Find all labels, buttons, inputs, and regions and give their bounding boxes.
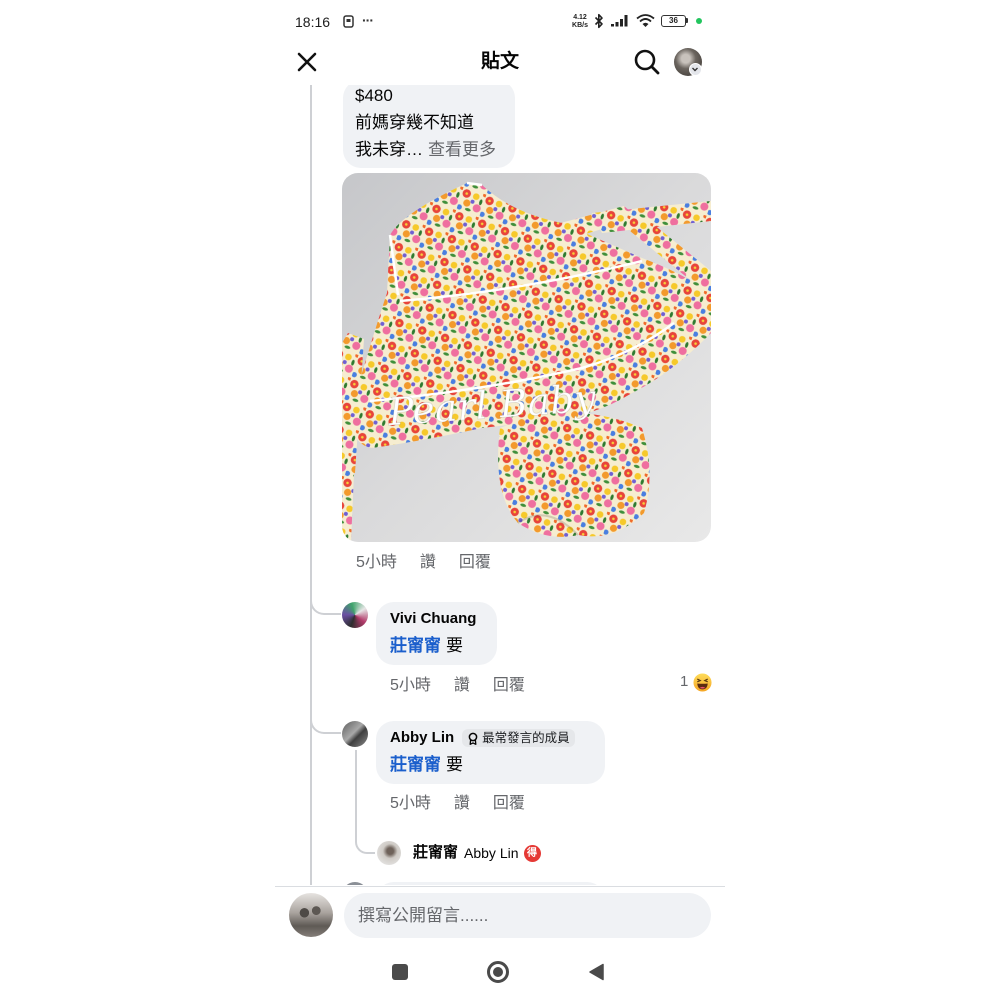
signal-icon [611,15,628,27]
chevron-down-icon[interactable] [689,63,702,76]
commenter-avatar[interactable] [342,721,368,747]
like-button[interactable]: 讚 [454,794,470,814]
like-button[interactable]: 讚 [420,553,436,573]
recents-icon[interactable] [392,964,408,980]
post-line-truncated: 我未穿… [355,140,423,159]
comment-input[interactable] [344,893,711,938]
comment-bubble: Vivi Chuang 莊甯甯要 [376,602,497,665]
commenter-avatar[interactable] [342,882,368,885]
like-button[interactable]: 讚 [454,676,470,696]
composer-divider [275,886,725,887]
badge-label: 最常發言的成員 [482,731,570,745]
network-speed-unit: KB/s [572,21,588,29]
reply-button[interactable]: 回覆 [493,676,525,696]
post-actions: 5小時 讚 回覆 [356,553,491,573]
comment-bubble: Abby Lin 最常發言的成員 莊甯甯要 [376,721,605,784]
home-icon-dot [493,967,503,977]
comment-timestamp[interactable]: 5小時 [390,794,431,814]
comment-body: 要 [446,755,463,774]
close-icon[interactable] [296,51,318,73]
bluetooth-icon [594,13,603,29]
haha-reaction-icon[interactable] [693,673,712,692]
comment-author[interactable]: Vivi Chuang [390,609,483,629]
battery-tip [686,18,688,23]
comment-actions: 5小時 讚 回覆 [390,794,525,814]
reply-target: Abby Lin [464,845,519,861]
post-timestamp[interactable]: 5小時 [356,553,397,573]
screenshot-notification-icon [343,15,354,28]
comments-feed[interactable]: $480 前媽穿幾不知道 我未穿… 查看更多 Pearl Baby 5小時 讚 … [275,85,725,885]
mention-link[interactable]: 莊甯甯 [390,636,441,655]
my-avatar [289,893,333,937]
battery-icon: 36 [661,15,686,27]
reply-button[interactable]: 回覆 [493,794,525,814]
post-line: 前媽穿幾不知道 [355,113,474,132]
comment-body: 要 [446,636,463,655]
top-contributor-badge[interactable]: 最常發言的成員 [462,729,575,747]
comment-author[interactable]: Abby Lin [390,728,454,748]
thread-line [310,85,312,885]
reaction-count[interactable]: 1 [680,672,688,692]
award-icon [468,732,478,745]
privacy-indicator-dot [696,18,702,24]
view-reply-row[interactable]: 莊甯甯 Abby Lin 得 [413,843,541,863]
comment-composer[interactable] [344,893,711,938]
comment-text: 莊甯甯要 [390,632,483,660]
reply-author-avatar[interactable] [377,841,401,865]
wifi-icon [636,14,655,27]
mention-link[interactable]: 莊甯甯 [390,755,441,774]
advantage-emoji-icon: 得 [523,844,541,862]
reply-author[interactable]: 莊甯甯 [413,843,458,863]
network-speed-value: 4.12 [573,14,587,21]
network-speed: 4.12 KB/s [570,14,590,29]
post-line: 我未穿… 查看更多 [355,136,503,163]
commenter-avatar[interactable] [342,602,368,628]
comment-actions: 5小時 讚 回覆 [390,676,525,696]
comment-bubble [376,882,605,885]
back-icon[interactable] [588,963,604,981]
comment-timestamp[interactable]: 5小時 [390,676,431,696]
post-text-bubble: $480 前媽穿幾不知道 我未穿… 查看更多 [343,85,515,168]
comment-text: 莊甯甯要 [390,751,591,779]
post-photo[interactable]: Pearl Baby [342,173,711,542]
thread-connector [310,709,341,734]
floral-dress-photo: Pearl Baby [342,173,711,542]
thread-connector [310,590,341,615]
nested-thread-connector [355,750,375,854]
search-icon[interactable] [633,48,661,76]
status-time: 18:16 [295,14,331,30]
see-more-link[interactable]: 查看更多 [428,140,496,159]
page-title: 貼文 [480,51,519,72]
reply-button[interactable]: 回覆 [459,553,491,573]
post-price: $480 [355,86,393,105]
more-notifications-icon: ··· [362,12,374,28]
